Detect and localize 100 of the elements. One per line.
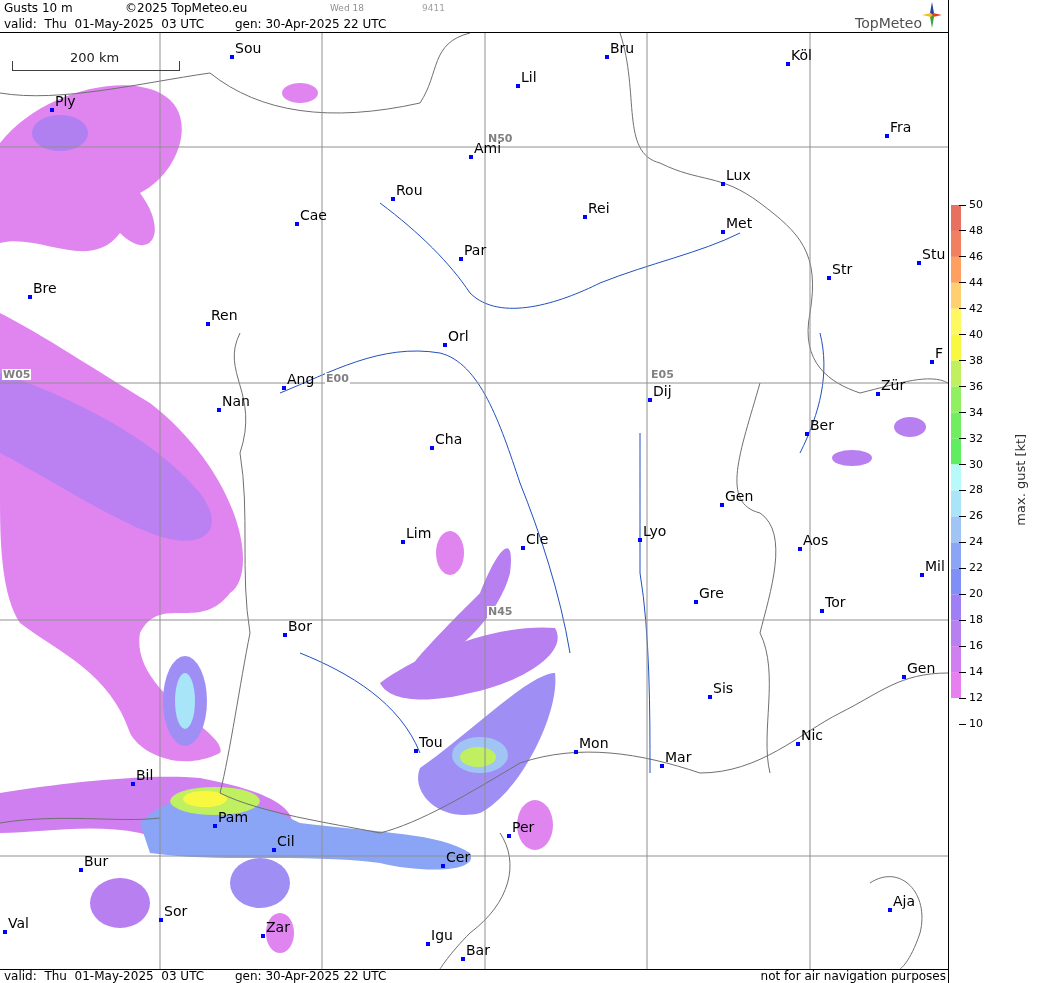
city-label: Gre	[699, 586, 724, 600]
tick-mark	[959, 438, 966, 440]
tick-mark	[959, 489, 966, 491]
city-label: Pam	[218, 810, 249, 824]
city-label: Köl	[791, 48, 812, 62]
city-label: Aja	[893, 894, 916, 908]
city-label: Rou	[396, 183, 423, 197]
city-label: Bru	[610, 41, 635, 55]
city-label: Bor	[288, 619, 312, 633]
city-marker	[638, 538, 642, 542]
tick-mark	[959, 671, 966, 673]
valid-time: valid: Thu 01-May-2025 03 UTC	[4, 970, 205, 983]
city-label: Lyo	[643, 524, 667, 538]
city-marker	[282, 386, 286, 390]
city-label: Bar	[466, 943, 490, 957]
tick-mark	[959, 541, 966, 543]
city-marker	[583, 215, 587, 219]
city-label: Val	[8, 916, 29, 930]
city-marker	[443, 343, 447, 347]
city-label: Ami	[474, 141, 502, 155]
city-marker	[786, 62, 790, 66]
tick-label: 24	[969, 535, 983, 550]
city-marker	[694, 600, 698, 604]
city-marker	[820, 609, 824, 613]
city-marker	[159, 918, 163, 922]
tick-mark	[959, 593, 966, 595]
tick-label: 48	[969, 223, 983, 238]
generated-time: gen: 30-Apr-2025 22 UTC	[235, 970, 387, 983]
city-label: Orl	[448, 329, 469, 343]
city-label: Ply	[55, 94, 76, 108]
city-label: Cha	[435, 432, 463, 446]
city-marker	[469, 155, 473, 159]
city-marker	[79, 868, 83, 872]
city-marker	[206, 322, 210, 326]
city-marker	[605, 55, 609, 59]
map-title: Gusts 10 m	[4, 1, 73, 15]
city-marker	[721, 182, 725, 186]
tick-mark	[959, 230, 966, 232]
city-marker	[876, 392, 880, 396]
city-marker	[798, 547, 802, 551]
city-marker	[3, 930, 7, 934]
code-label: 9411	[422, 3, 445, 14]
city-marker	[917, 261, 921, 265]
city-label: Sou	[235, 41, 262, 55]
disclaimer-text: not for air navigation purposes	[760, 970, 946, 983]
tick-mark	[959, 567, 966, 569]
city-label: Nan	[222, 394, 250, 408]
city-label: Mon	[579, 736, 609, 750]
city-marker	[131, 782, 135, 786]
city-marker	[507, 834, 511, 838]
city-marker	[516, 84, 520, 88]
valid-time: valid: Thu 01-May-2025 03 UTC	[4, 17, 205, 31]
grid-label: N45	[487, 606, 514, 617]
tick-mark	[959, 334, 966, 336]
tick-label: 30	[969, 457, 983, 472]
tick-label: 12	[969, 691, 983, 706]
tick-label: 14	[969, 665, 983, 680]
tick-label: 18	[969, 613, 983, 628]
city-marker	[283, 633, 287, 637]
city-label: Dij	[653, 384, 672, 398]
logo-text: TopMeteo	[855, 15, 922, 31]
tick-label: 38	[969, 353, 983, 368]
city-label: Tor	[825, 595, 846, 609]
city-marker	[295, 222, 299, 226]
grid-label: E00	[325, 373, 350, 384]
city-label: Bur	[84, 854, 109, 868]
tick-mark	[959, 464, 966, 465]
tick-label: 42	[969, 301, 983, 316]
city-label: Ber	[810, 418, 834, 432]
tick-mark	[959, 723, 966, 725]
city-marker	[401, 540, 405, 544]
city-marker	[441, 864, 445, 868]
tick-label: 44	[969, 275, 983, 290]
run-label: Wed 18	[330, 3, 364, 14]
grid-label: W05	[2, 369, 32, 380]
city-label: Zar	[266, 920, 290, 934]
city-marker	[213, 824, 217, 828]
city-label: Mar	[665, 750, 692, 764]
tick-mark	[959, 697, 966, 699]
city-label: Sis	[713, 681, 734, 695]
legend-title: max. gust [kt]	[1012, 432, 1030, 528]
city-label: Zür	[881, 378, 906, 392]
tick-label: 10	[969, 717, 983, 731]
tick-mark	[959, 645, 966, 647]
city-label: Lim	[406, 526, 432, 540]
tick-label: 40	[969, 327, 983, 342]
city-label: Nic	[801, 728, 824, 742]
city-label: Ang	[287, 372, 315, 386]
copyright-text: ©2025 TopMeteo.eu	[125, 1, 248, 15]
city-marker	[827, 276, 831, 280]
city-label: Aos	[803, 533, 829, 547]
city-label: Bre	[33, 281, 57, 295]
city-marker	[521, 546, 525, 550]
city-marker	[414, 749, 418, 753]
tick-label: 20	[969, 587, 983, 602]
city-marker	[920, 573, 924, 577]
city-label: Lil	[521, 70, 537, 84]
city-marker	[885, 134, 889, 138]
city-label: Sor	[164, 904, 188, 918]
city-marker	[902, 675, 906, 679]
